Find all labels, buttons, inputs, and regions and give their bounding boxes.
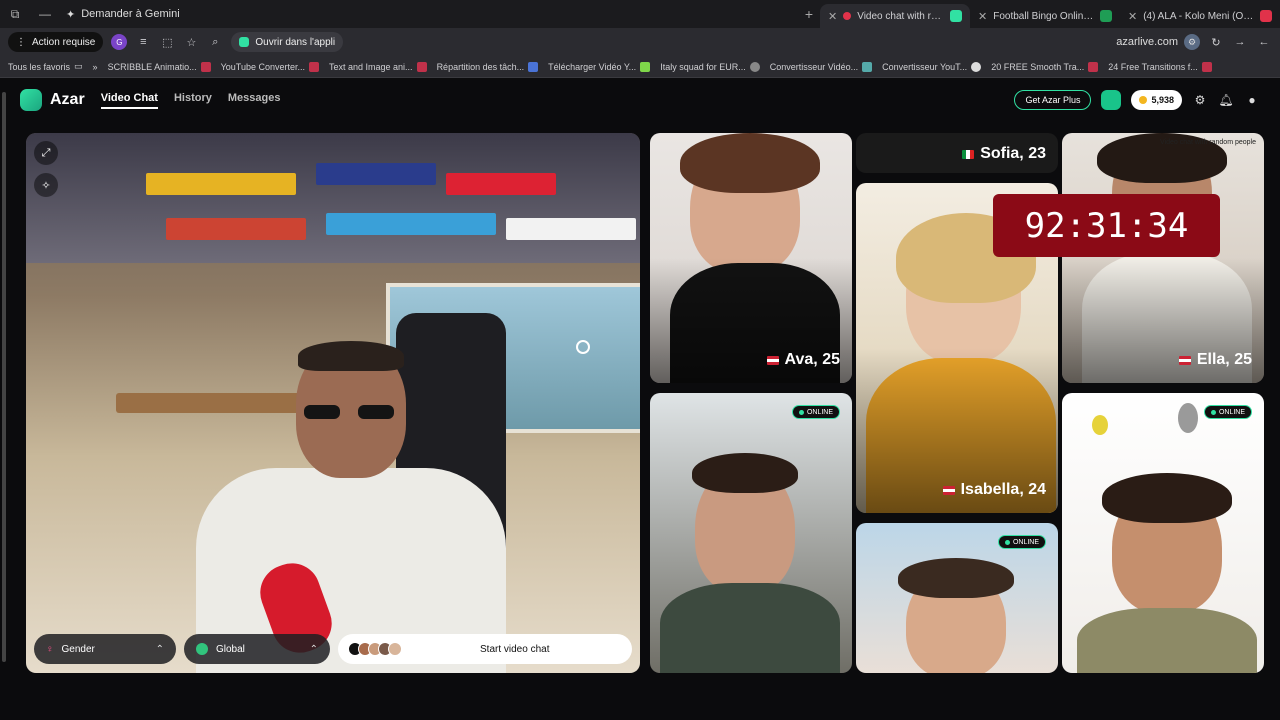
- azar-plus-button[interactable]: Get Azar Plus: [1014, 90, 1092, 110]
- profile-icon[interactable]: ●: [1244, 92, 1260, 108]
- bookmark-item[interactable]: Répartition des tâch...: [437, 61, 539, 72]
- open-in-app-button[interactable]: Ouvrir dans l'appli: [231, 32, 344, 52]
- tab-youtube[interactable]: ✕ (4) ALA - Kolo Meni (Official M: [1120, 4, 1280, 28]
- screenshot-icon[interactable]: ⬚: [159, 34, 175, 50]
- back-icon[interactable]: ←: [1256, 34, 1272, 50]
- azar-app-icon: [239, 37, 250, 47]
- us-flag-icon: [766, 355, 779, 365]
- bookmarks-bar: Tous les favoris ▭ » SCRIBBLE Animatio...…: [0, 56, 1280, 78]
- extensions-icon[interactable]: ≡: [135, 34, 151, 50]
- close-icon[interactable]: ✕: [978, 10, 987, 23]
- match-controls: ♀ Gender ⌃ Global ⌃ Start video chat: [34, 634, 632, 664]
- us-flag-icon: [1178, 355, 1191, 365]
- browser-tab-strip: ⧉ — ✦ Demander à Gemini + ✕ Video chat w…: [0, 0, 1280, 28]
- gemini-icon: ✦: [66, 8, 76, 21]
- all-bookmarks-folder[interactable]: Tous les favoris ▭: [8, 61, 83, 72]
- window-menu-icon[interactable]: ⧉: [0, 0, 30, 28]
- profile-card-man[interactable]: ONLINE: [650, 393, 852, 673]
- streamer: [186, 341, 526, 673]
- countdown-timer: 92:31:34: [993, 194, 1220, 257]
- online-badge: ONLINE: [997, 535, 1046, 549]
- profile-card-ella[interactable]: Ella, 25 Video chat with random people: [1062, 133, 1264, 383]
- bookmark-item[interactable]: YouTube Converter...: [221, 61, 319, 72]
- azar-logo[interactable]: Azar: [20, 89, 85, 111]
- bookmark-item[interactable]: 24 Free Transitions f...: [1108, 61, 1212, 72]
- reload-icon[interactable]: ↻: [1208, 34, 1224, 50]
- forward-icon[interactable]: →: [1232, 34, 1248, 50]
- hanging-flags: [126, 163, 640, 253]
- bookmark-item[interactable]: Convertisseur Vidéo...: [770, 61, 873, 72]
- notification-bell-icon[interactable]: 🔔︎: [1218, 92, 1234, 108]
- bookmark-item[interactable]: Text and Image ani...: [329, 61, 427, 72]
- zoom-icon[interactable]: ⌕: [207, 34, 223, 50]
- bookmark-item[interactable]: Télécharger Vidéo Y...: [548, 61, 651, 72]
- nav-messages[interactable]: Messages: [228, 92, 281, 109]
- bookmark-star-icon[interactable]: ☆: [183, 34, 199, 50]
- chevron-up-icon: ⌃: [309, 643, 318, 655]
- bookmark-item[interactable]: SCRIBBLE Animatio...: [108, 61, 211, 72]
- effects-wand-icon[interactable]: ✧: [34, 173, 58, 197]
- nav-history[interactable]: History: [174, 92, 212, 109]
- close-icon[interactable]: ✕: [1128, 10, 1137, 23]
- sunglasses: [304, 405, 400, 421]
- app-header: Azar Video Chat History Messages Get Aza…: [0, 79, 1280, 121]
- self-video-feed: ⤢ ✧: [26, 133, 640, 673]
- settings-icon[interactable]: ⚙: [1192, 92, 1208, 108]
- bookmark-item[interactable]: Italy squad for EUR...: [660, 61, 760, 72]
- profile-avatar[interactable]: G: [111, 34, 128, 50]
- female-icon: ♀: [46, 643, 54, 655]
- region-filter[interactable]: Global ⌃: [184, 634, 330, 664]
- profile-card-tongue[interactable]: ONLINE: [1062, 393, 1264, 673]
- minimize-icon[interactable]: —: [30, 0, 60, 28]
- bookmark-item[interactable]: Convertisseur YouT...: [882, 61, 982, 72]
- us-flag-icon: [942, 485, 955, 495]
- more-vert-icon: ⋮: [16, 36, 26, 48]
- gender-filter[interactable]: ♀ Gender ⌃: [34, 634, 176, 664]
- fullscreen-icon[interactable]: ⤢: [34, 141, 58, 165]
- chevron-up-icon: ⌃: [155, 643, 164, 655]
- url-field[interactable]: azarlive.com ⚙: [1116, 34, 1200, 50]
- profile-name: Ella, 25: [1178, 351, 1252, 369]
- bookmark-item[interactable]: 20 FREE Smooth Tra...: [991, 61, 1099, 72]
- online-badge: ONLINE: [791, 405, 840, 419]
- start-video-chat-button[interactable]: Start video chat: [338, 634, 632, 664]
- caption-text: Video chat with random people: [1160, 139, 1256, 146]
- main-nav: Video Chat History Messages: [100, 92, 281, 109]
- profile-card-laughing[interactable]: ONLINE: [856, 523, 1058, 673]
- coin-balance[interactable]: 5,938: [1131, 90, 1182, 110]
- globe-icon: [196, 643, 208, 655]
- action-required-button[interactable]: ⋮ Action requise: [8, 32, 104, 52]
- nav-video-chat[interactable]: Video Chat: [100, 92, 158, 109]
- coin-icon: [1139, 96, 1148, 104]
- profile-name: Isabella, 24: [942, 481, 1046, 499]
- gemini-button[interactable]: ✦ Demander à Gemini: [66, 8, 180, 21]
- folder-icon: ▭: [74, 61, 83, 71]
- address-bar: ⋮ Action requise G ≡ ⬚ ☆ ⌕ Ouvrir dans l…: [0, 28, 1280, 56]
- profile-card-ava[interactable]: Ava, 25: [650, 133, 852, 383]
- azar-logo-icon: [20, 89, 42, 111]
- site-info-icon[interactable]: ⚙: [1184, 34, 1200, 50]
- recording-icon: [843, 12, 852, 20]
- gem-icon[interactable]: [1101, 90, 1122, 110]
- football-favicon-icon: [1100, 10, 1112, 22]
- overflow-chevron-icon[interactable]: »: [93, 62, 98, 72]
- scrollbar[interactable]: [0, 82, 8, 682]
- profile-card-sofia[interactable]: Sofia, 23: [856, 133, 1058, 173]
- azar-favicon-icon: [950, 10, 962, 22]
- italy-flag-icon: [962, 149, 975, 159]
- close-icon[interactable]: ✕: [828, 10, 837, 23]
- tab-azar[interactable]: ✕ Video chat with random people |: [820, 4, 970, 28]
- new-tab-button[interactable]: +: [798, 6, 820, 22]
- profile-name: Ava, 25: [766, 351, 840, 369]
- online-badge: ONLINE: [1203, 405, 1252, 419]
- tab-football-bingo[interactable]: ✕ Football Bingo Online - Play N: [970, 4, 1120, 28]
- avatar-stack: [348, 642, 402, 656]
- profile-name: Sofia, 23: [962, 145, 1046, 163]
- youtube-favicon-icon: [1260, 10, 1272, 22]
